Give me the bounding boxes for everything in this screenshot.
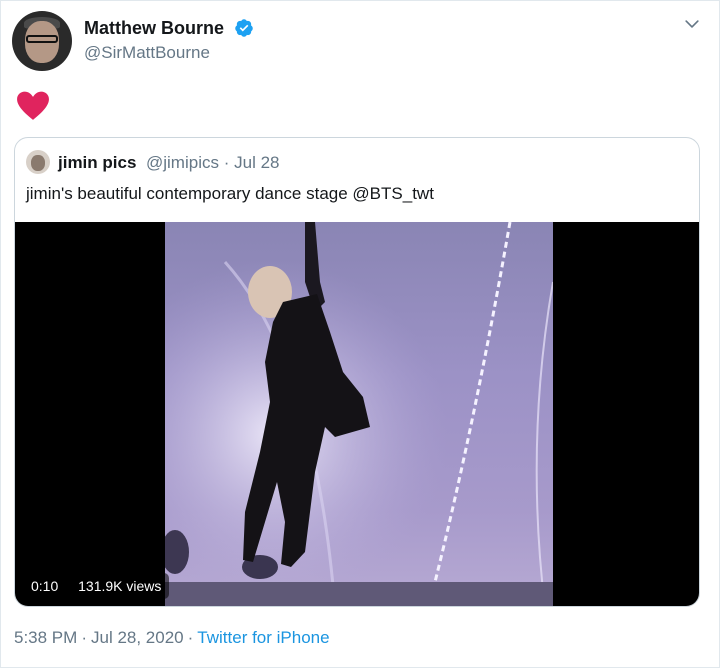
red-heart-emoji — [17, 91, 49, 120]
author-name[interactable]: Matthew Bourne — [84, 18, 224, 39]
quoted-handle: @jimipics — [146, 153, 219, 172]
quoted-tweet[interactable]: jimin pics @jimipics · Jul 28 jimin's be… — [14, 137, 700, 607]
video-frame — [165, 222, 553, 606]
video-info-badge: 0:10 131.9K views — [23, 573, 170, 599]
tweet-source-link[interactable]: Twitter for iPhone — [197, 628, 329, 647]
video-duration: 0:10 — [31, 578, 59, 594]
tweet-date[interactable]: Jul 28, 2020 — [91, 628, 184, 647]
quoted-text: jimin's beautiful contemporary dance sta… — [26, 184, 434, 203]
tweet-footer: 5:38 PM · Jul 28, 2020 · Twitter for iPhone — [14, 628, 330, 648]
author-avatar[interactable] — [12, 11, 72, 71]
quoted-dot: · — [223, 153, 230, 172]
quoted-name: jimin pics — [58, 153, 137, 172]
chevron-down-icon[interactable] — [682, 14, 702, 34]
verified-badge-icon — [235, 19, 253, 37]
footer-dot: · — [187, 628, 194, 647]
author-handle[interactable]: @SirMattBourne — [84, 43, 210, 63]
quoted-avatar[interactable] — [26, 150, 50, 174]
video-player[interactable]: 0:10 131.9K views — [15, 222, 699, 606]
tweet-time[interactable]: 5:38 PM — [14, 628, 77, 647]
footer-dot: · — [81, 628, 87, 647]
video-scene — [165, 222, 553, 606]
quoted-avatar-face — [31, 155, 45, 171]
quoted-date: Jul 28 — [234, 153, 280, 172]
video-views: 131.9K views — [78, 578, 162, 594]
quoted-meta: @jimipics · Jul 28 — [146, 153, 280, 173]
avatar-glasses — [26, 35, 58, 43]
